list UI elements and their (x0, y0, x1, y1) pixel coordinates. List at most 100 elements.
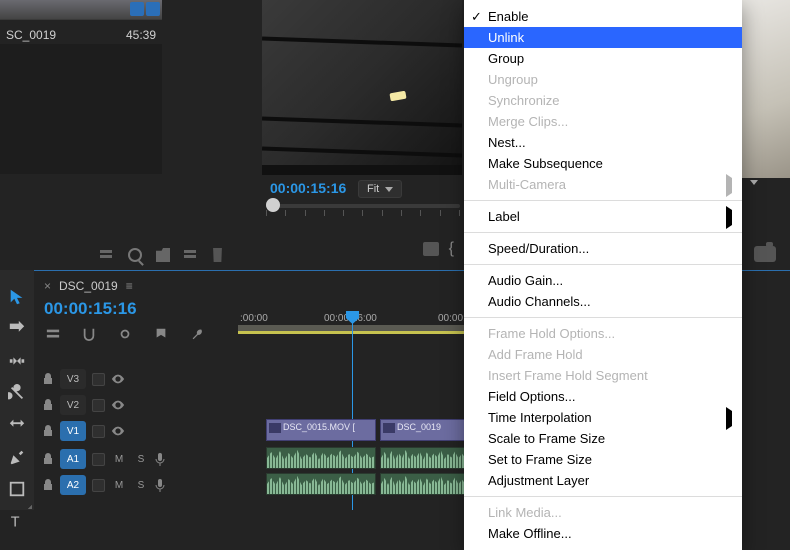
context-menu-item[interactable]: Label (464, 206, 742, 227)
marker-icon[interactable] (154, 327, 168, 341)
sync-lock-icon[interactable] (92, 399, 105, 412)
list-view-icon[interactable] (100, 248, 114, 262)
export-frame-icon[interactable] (754, 246, 776, 262)
track-toggle[interactable]: V1 (60, 421, 86, 441)
context-menu-item[interactable]: Set to Frame Size (464, 449, 742, 470)
voiceover-mic-icon[interactable] (155, 452, 165, 466)
solo-button[interactable]: S (133, 480, 149, 491)
mark-in-icon[interactable]: { (449, 240, 454, 258)
track-toggle[interactable]: V2 (60, 395, 86, 415)
context-menu-item: Synchronize (464, 90, 742, 111)
lock-icon[interactable] (42, 373, 54, 385)
source-monitor[interactable] (262, 0, 462, 175)
context-menu-item[interactable]: Field Options... (464, 386, 742, 407)
waveform-icon (381, 474, 469, 494)
type-tool-icon[interactable]: T (7, 512, 27, 530)
track-header-a2[interactable]: A2 M S (42, 473, 165, 497)
program-monitor[interactable] (736, 0, 790, 178)
track-select-tool-icon[interactable] (7, 320, 27, 338)
track-header-v3[interactable]: V3 (42, 367, 125, 391)
menu-item-label: Speed/Duration... (488, 241, 589, 256)
context-menu-item[interactable]: Scale to Frame Size (464, 428, 742, 449)
track-header-v1[interactable]: V1 (42, 419, 125, 443)
sync-lock-icon[interactable] (92, 453, 105, 466)
context-menu-item[interactable]: ✓Enable (464, 6, 742, 27)
fit-label: Fit (367, 183, 379, 195)
sequence-tab[interactable]: × DSC_0019 ≡ (44, 279, 133, 293)
search-icon[interactable] (128, 248, 142, 262)
source-timecode[interactable]: 00:00:15:16 (270, 180, 346, 196)
audio-clip[interactable] (380, 473, 470, 495)
hand-tool-icon[interactable] (7, 480, 27, 498)
bin-empty-area[interactable] (0, 44, 162, 174)
bin-thumbnail[interactable] (0, 0, 162, 20)
bin-clip-row[interactable]: SC_0019 45:39 (0, 24, 162, 46)
zoom-fit-dropdown[interactable]: Fit (358, 180, 402, 198)
ripple-edit-tool-icon[interactable] (7, 352, 27, 370)
context-menu-item[interactable]: Unlink (464, 27, 742, 48)
chevron-down-icon[interactable] (750, 180, 758, 185)
settings-wrench-icon[interactable] (190, 327, 204, 341)
context-menu-item[interactable]: Audio Gain... (464, 270, 742, 291)
source-scrub-bar[interactable] (266, 204, 460, 220)
menu-item-label: Label (488, 209, 520, 224)
slip-tool-icon[interactable] (7, 416, 27, 434)
work-area-bar[interactable] (238, 331, 498, 334)
panel-menu-icon[interactable]: ≡ (126, 279, 133, 293)
context-menu-item[interactable]: Speed/Duration... (464, 238, 742, 259)
track-header-v2[interactable]: V2 (42, 393, 125, 417)
context-menu-item[interactable]: Make Offline... (464, 523, 742, 544)
context-menu-item[interactable]: Nest... (464, 132, 742, 153)
mute-button[interactable]: M (111, 454, 127, 465)
audio-clip[interactable] (266, 473, 376, 495)
eye-icon[interactable] (111, 426, 125, 436)
lock-icon[interactable] (42, 399, 54, 411)
scrub-playhead[interactable] (266, 198, 280, 212)
sequence-timecode[interactable]: 00:00:15:16 (44, 299, 137, 319)
menu-item-label: Nest... (488, 135, 526, 150)
context-menu-item[interactable]: Group (464, 48, 742, 69)
sync-lock-icon[interactable] (92, 479, 105, 492)
video-clip[interactable]: DSC_0015.MOV [ (266, 419, 376, 441)
voiceover-mic-icon[interactable] (155, 478, 165, 492)
eye-icon[interactable] (111, 374, 125, 384)
context-menu-item[interactable]: Make Subsequence (464, 153, 742, 174)
sync-lock-icon[interactable] (92, 373, 105, 386)
clip-name: SC_0019 (6, 28, 56, 42)
context-menu-item[interactable]: Audio Channels... (464, 291, 742, 312)
context-menu-item[interactable]: Time Interpolation (464, 407, 742, 428)
new-bin-icon[interactable] (156, 248, 170, 262)
context-menu-item[interactable]: Adjustment Layer (464, 470, 742, 491)
razor-tool-icon[interactable] (7, 384, 27, 402)
audio-clip[interactable] (380, 447, 470, 469)
menu-separator (464, 264, 742, 265)
track-header-a1[interactable]: A1 M S (42, 447, 165, 471)
menu-item-label: Multi-Camera (488, 177, 566, 192)
linked-selection-icon[interactable] (118, 327, 132, 341)
track-toggle[interactable]: V3 (60, 369, 86, 389)
menu-item-label: Enable (488, 9, 528, 24)
new-item-icon[interactable] (184, 248, 198, 262)
sync-lock-icon[interactable] (92, 425, 105, 438)
audio-clip[interactable] (266, 447, 376, 469)
eye-icon[interactable] (111, 400, 125, 410)
solo-button[interactable]: S (133, 454, 149, 465)
timeline-display-settings (46, 327, 204, 341)
lock-icon[interactable] (42, 479, 54, 491)
mute-button[interactable]: M (111, 480, 127, 491)
menu-item-label: Scale to Frame Size (488, 431, 605, 446)
clip-label: DSC_0015.MOV [ (283, 422, 355, 432)
pen-tool-icon[interactable] (7, 448, 27, 466)
lock-icon[interactable] (42, 425, 54, 437)
sequence-name: DSC_0019 (59, 279, 118, 293)
video-clip[interactable]: DSC_0019 (380, 419, 470, 441)
selection-tool-icon[interactable] (7, 288, 27, 306)
snap-icon[interactable] (82, 327, 96, 341)
add-marker-icon[interactable] (423, 242, 439, 256)
track-toggle[interactable]: A2 (60, 475, 86, 495)
trash-icon[interactable] (212, 248, 223, 262)
lock-icon[interactable] (42, 453, 54, 465)
nest-icon[interactable] (46, 327, 60, 341)
close-tab-icon[interactable]: × (44, 279, 51, 293)
track-toggle[interactable]: A1 (60, 449, 86, 469)
